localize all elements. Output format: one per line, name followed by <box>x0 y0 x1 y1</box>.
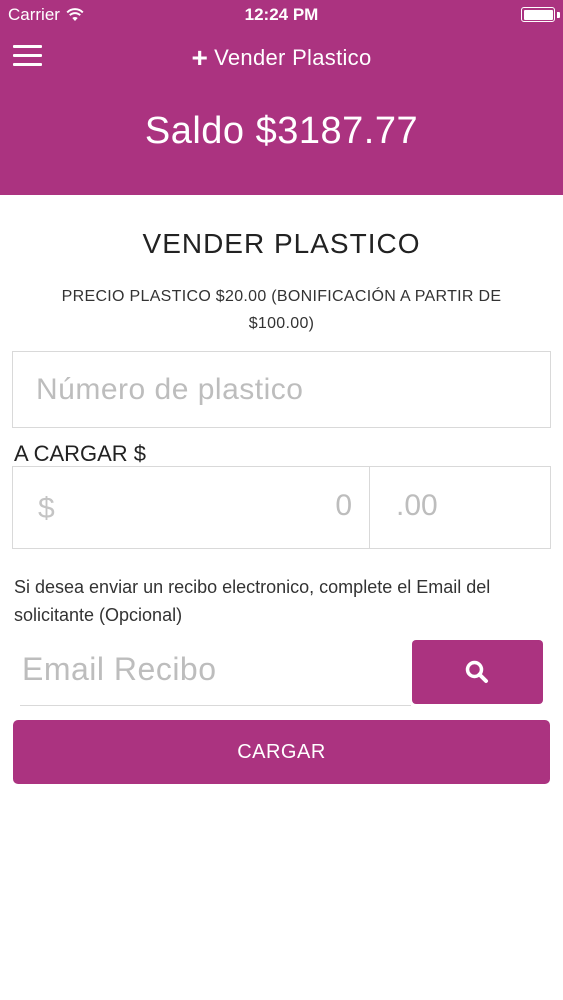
plastic-number-input[interactable]: Número de plastico <box>12 351 551 428</box>
nav-title-text: Vender Plastico <box>214 45 372 70</box>
battery-icon <box>521 7 555 22</box>
section-title: VENDER PLASTICO <box>142 228 421 259</box>
cargar-button[interactable]: CARGAR <box>13 720 550 784</box>
price-note: PRECIO PLASTICO $20.00 (BONIFICACIÓN A P… <box>61 288 502 332</box>
amount-input[interactable]: $ 0 <box>12 466 371 549</box>
email-receipt-input[interactable]: Email Recibo <box>20 641 411 706</box>
plastic-number-placeholder: Número de plastico <box>36 373 304 406</box>
search-button[interactable] <box>412 640 543 704</box>
status-time: 12:24 PM <box>244 5 319 24</box>
status-bar: Carrier 12:24 PM <box>0 0 563 30</box>
balance-display: Saldo $3187.77 <box>144 110 419 152</box>
decimal-input[interactable]: .00 <box>369 466 551 549</box>
email-placeholder: Email Recibo <box>22 651 217 687</box>
decimal-value: .00 <box>396 489 438 522</box>
battery-nub <box>557 12 560 18</box>
nav-title: + Vender Plastico <box>0 42 563 74</box>
receipt-note: Si desea enviar un recibo electronico, c… <box>14 577 491 625</box>
plus-icon: + <box>191 42 209 73</box>
app-header: Carrier 12:24 PM + Vender Plastico Saldo … <box>0 0 563 195</box>
search-icon <box>465 660 488 683</box>
amount-value: 0 <box>335 489 352 522</box>
currency-symbol: $ <box>38 492 55 525</box>
amount-label: A CARGAR $ <box>14 441 147 466</box>
